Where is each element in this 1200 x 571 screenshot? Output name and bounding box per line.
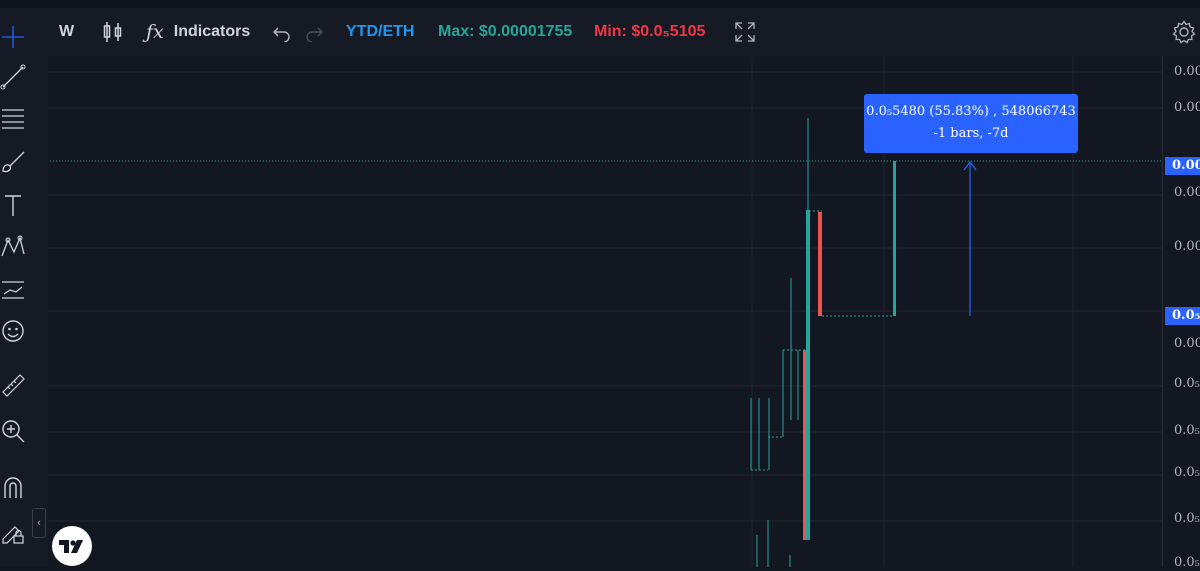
price-tick-label: 0.00 bbox=[1174, 239, 1200, 254]
measure-price-badge: 0.0₅ bbox=[1165, 307, 1200, 325]
price-tick-label: 0.0₅ bbox=[1174, 465, 1200, 480]
emoji-icon bbox=[2, 320, 24, 342]
interval-label: W bbox=[59, 23, 75, 40]
measure-bars-text: -1 bars, -7d bbox=[933, 126, 1009, 141]
price-tick-label: 0.00 bbox=[1174, 64, 1200, 79]
ruler-icon bbox=[2, 374, 25, 397]
lock-drawing-icon bbox=[2, 526, 24, 544]
forecast-icon bbox=[2, 281, 24, 299]
tool-pattern-button[interactable] bbox=[0, 232, 26, 262]
chart-canvas[interactable] bbox=[0, 0, 1200, 567]
min-price-label: Min: $0.0₅5105 bbox=[594, 23, 706, 40]
gear-icon bbox=[1172, 20, 1196, 44]
candle-body-down bbox=[818, 212, 822, 316]
trend-line-icon bbox=[0, 64, 26, 90]
tool-fib-retracement-button[interactable] bbox=[0, 102, 26, 132]
indicators-label: Indicators bbox=[173, 23, 251, 40]
measure-change-text: 0.0₅5480 (55.83%) , 548066743 bbox=[866, 104, 1076, 119]
tool-emoji-button[interactable] bbox=[0, 316, 26, 346]
tool-zoom-in-button[interactable] bbox=[0, 416, 26, 446]
price-tick-label: 0.0₅ bbox=[1174, 376, 1200, 391]
tool-magnet-button[interactable] bbox=[0, 472, 26, 502]
brush-icon bbox=[2, 151, 25, 173]
tool-text-button[interactable] bbox=[0, 190, 26, 220]
tool-brush-button[interactable] bbox=[0, 146, 26, 176]
fib-retracement-icon bbox=[2, 109, 24, 129]
tool-crosshair-button[interactable] bbox=[0, 22, 26, 52]
fx-icon: ƒx bbox=[146, 21, 164, 43]
price-tick-label: 0.0₅ bbox=[1174, 423, 1200, 438]
chart-type-button[interactable] bbox=[102, 8, 124, 56]
price-tick-label: 0.00 bbox=[1174, 336, 1200, 351]
fullscreen-button[interactable] bbox=[734, 8, 756, 56]
measure-tooltip: 0.0₅5480 (55.83%) , 548066743 -1 bars, -… bbox=[864, 94, 1078, 153]
tool-lock-drawing-button[interactable] bbox=[0, 516, 26, 546]
tool-ruler-button[interactable] bbox=[0, 370, 26, 400]
candle-body-up bbox=[806, 210, 810, 540]
redo-icon bbox=[306, 27, 323, 42]
tool-forecast-button[interactable] bbox=[0, 274, 26, 304]
undo-icon bbox=[273, 27, 290, 42]
price-tick-label: 0.00 bbox=[1174, 185, 1200, 200]
candle-body-up bbox=[893, 161, 896, 316]
magnet-icon bbox=[4, 477, 22, 498]
zoom-in-icon bbox=[2, 420, 25, 443]
price-tick-label: 0.00 bbox=[1174, 100, 1200, 115]
crosshair-icon bbox=[2, 26, 24, 48]
pattern-icon bbox=[1, 235, 25, 257]
price-tick-label: 0.0₅ bbox=[1174, 511, 1200, 526]
top-toolbar: W ƒx Indicators YTD/ETH Max: $0.00001755… bbox=[48, 8, 1200, 56]
indicators-button[interactable]: ƒx Indicators bbox=[146, 8, 250, 56]
tradingview-logo[interactable] bbox=[52, 526, 92, 566]
settings-button[interactable] bbox=[1172, 8, 1196, 56]
candles-icon bbox=[103, 22, 122, 42]
tv-logo-icon bbox=[59, 540, 83, 553]
interval-button[interactable]: W bbox=[59, 8, 74, 56]
max-price-label: Max: $0.00001755 bbox=[438, 23, 573, 40]
price-tick-label: 0.0₅ bbox=[1174, 555, 1200, 570]
chevron-left-icon: ‹ bbox=[37, 517, 41, 529]
tool-trend-line-button[interactable] bbox=[0, 62, 26, 92]
current-price-badge: 0.00 bbox=[1165, 157, 1200, 175]
collapse-toolbar-button[interactable]: ‹ bbox=[32, 508, 46, 538]
symbol-label: YTD/ETH bbox=[346, 23, 415, 40]
redo-button[interactable] bbox=[304, 8, 324, 56]
undo-button[interactable] bbox=[272, 8, 292, 56]
text-icon bbox=[5, 195, 21, 216]
fullscreen-icon bbox=[735, 22, 755, 42]
